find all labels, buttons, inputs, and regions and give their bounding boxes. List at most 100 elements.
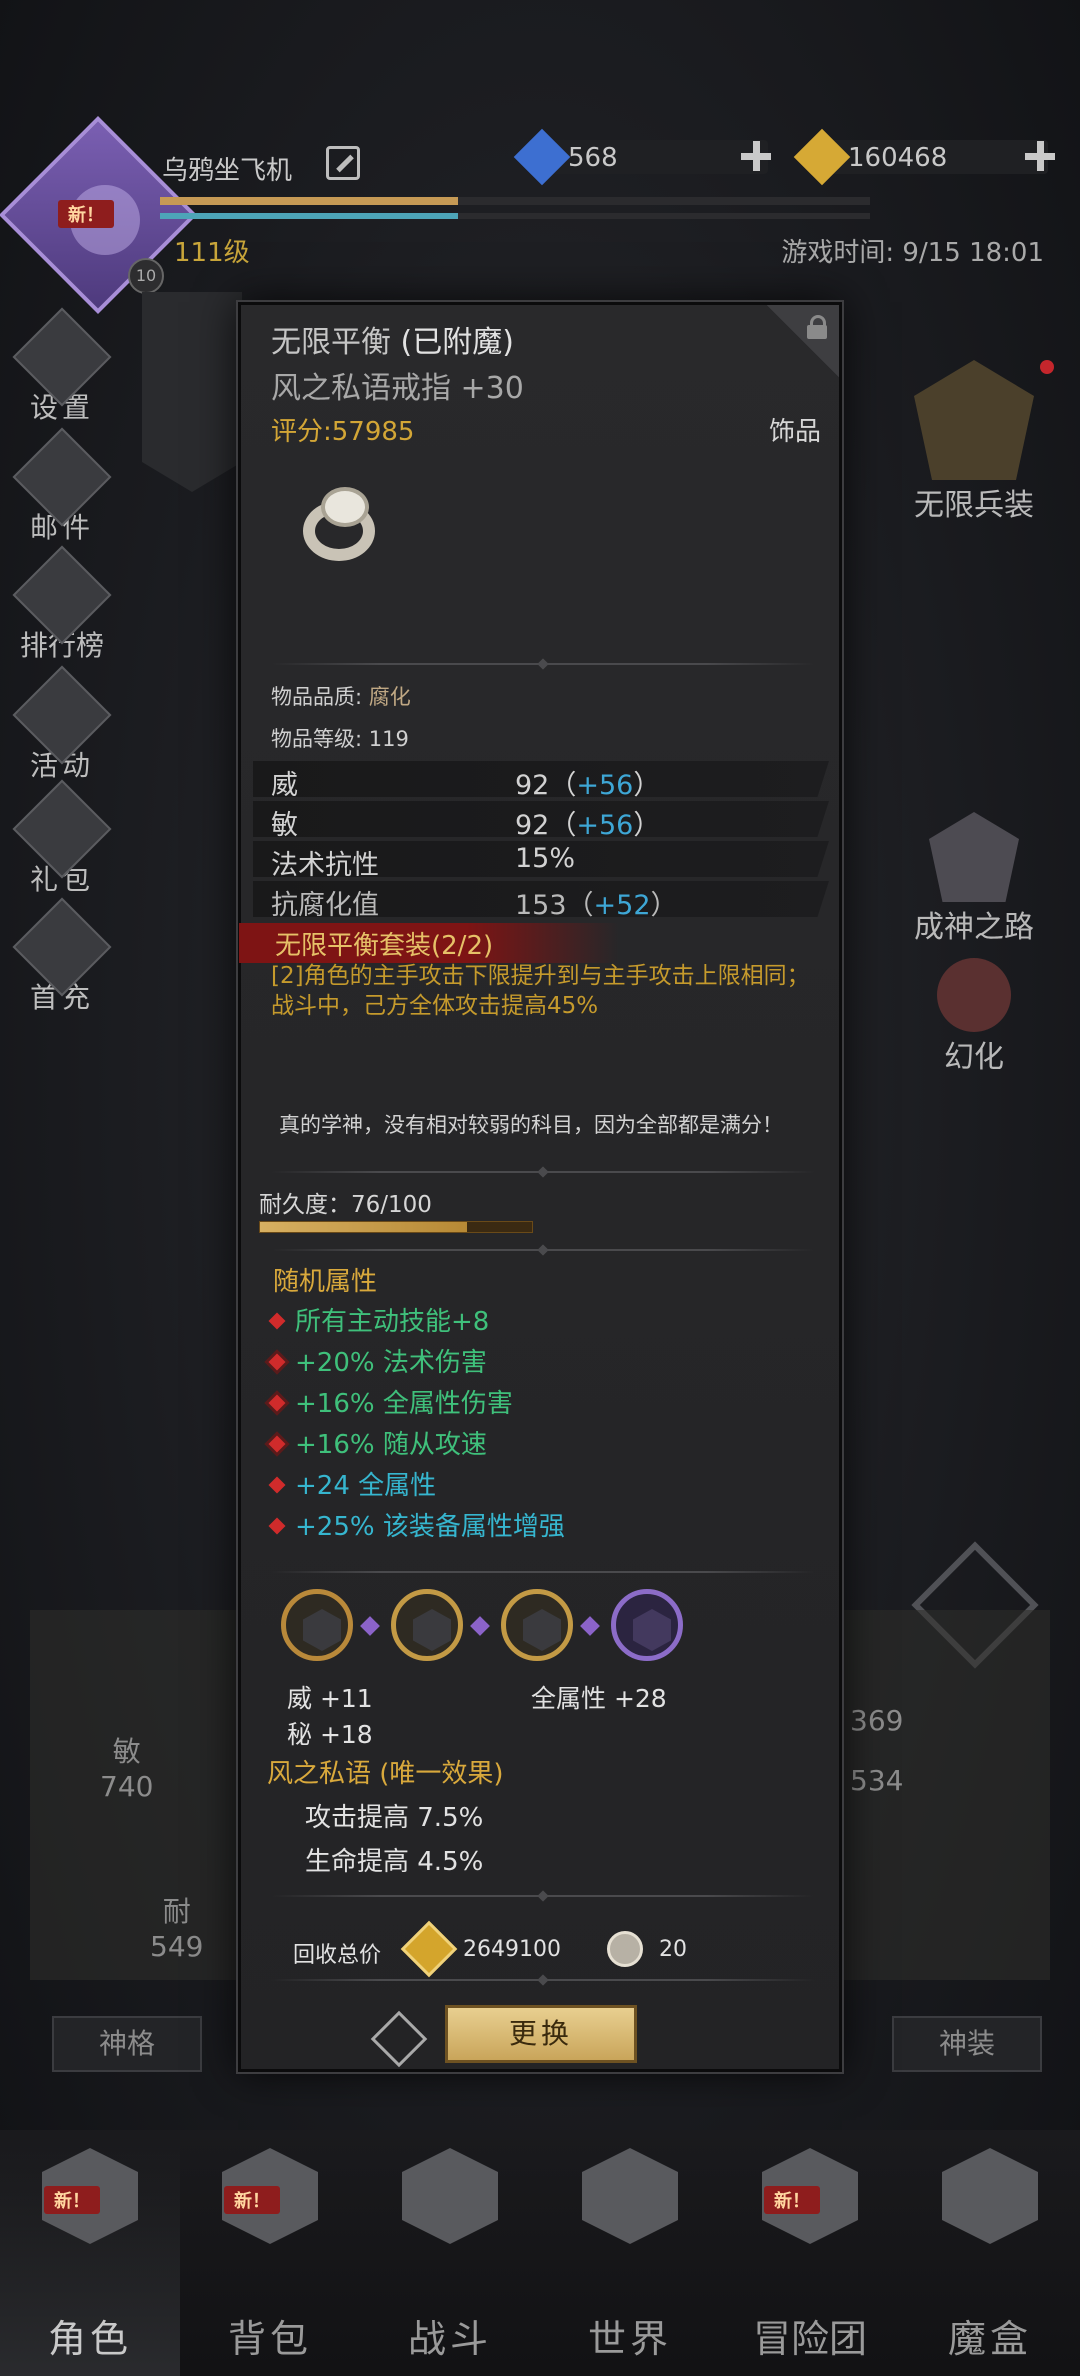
socket-link-icon bbox=[470, 1616, 490, 1636]
divider bbox=[271, 658, 815, 670]
bg-stat-endurance: 耐 549 bbox=[150, 1895, 204, 1963]
unique-effect-title: 风之私语 (唯一效果) bbox=[267, 1759, 504, 1789]
nav-item-world[interactable]: 世界 bbox=[540, 2136, 720, 2376]
secondary-bar bbox=[160, 213, 870, 219]
lock-corner[interactable] bbox=[767, 305, 839, 377]
godhood-tab-button[interactable]: 神格 bbox=[52, 2016, 202, 2072]
new-tag: 新！ bbox=[44, 2186, 100, 2214]
random-attribute: +16% 随从攻速 bbox=[265, 1424, 487, 1461]
gem-socket-1[interactable] bbox=[281, 1589, 353, 1661]
gem-stat: 威 +11 bbox=[287, 1684, 373, 1713]
red-diamond-icon bbox=[268, 1476, 286, 1494]
gem-socket-4[interactable] bbox=[611, 1589, 683, 1661]
red-diamond-icon bbox=[268, 1312, 286, 1330]
red-diamond-icon bbox=[268, 1435, 286, 1453]
stat-row: 敏 92（+56） bbox=[253, 801, 829, 837]
nav-item-adventure-team[interactable]: 新！ 冒险团 bbox=[720, 2136, 900, 2376]
nav-item-character[interactable]: 新！ 角色 bbox=[0, 2136, 180, 2376]
random-attribute: +20% 法术伤害 bbox=[265, 1342, 487, 1379]
right-item-transmog[interactable]: 幻化 bbox=[874, 958, 1074, 1076]
divider bbox=[271, 1974, 815, 1986]
side-item-ranking[interactable]: 排行榜 bbox=[12, 545, 112, 664]
divider bbox=[271, 1244, 815, 1256]
gem-icon bbox=[633, 1609, 671, 1651]
random-attribute: 所有主动技能+8 bbox=[265, 1301, 489, 1338]
set-description: [2]角色的主手攻击下限提升到与主手攻击上限相同；战斗中，己方全体攻击提高45% bbox=[271, 963, 810, 1019]
currency-gold: 160468 bbox=[793, 128, 1048, 186]
item-type: 饰品 bbox=[768, 417, 821, 447]
item-title: 无限平衡 (已附魔) bbox=[271, 325, 514, 360]
nav-item-magic-box[interactable]: 魔盒 bbox=[900, 2136, 1080, 2376]
right-item-godhood-road[interactable]: 成神之路 bbox=[874, 812, 1074, 946]
random-attribute: +25% 该装备属性增强 bbox=[265, 1506, 565, 1543]
share-icon[interactable] bbox=[370, 2010, 428, 2068]
gold-gem-amount: 160468 bbox=[848, 143, 948, 173]
recycle-gold-value: 2649100 bbox=[463, 1937, 561, 1962]
gem-icon bbox=[413, 1609, 451, 1651]
avatar-new-tag: 新！ bbox=[58, 200, 114, 228]
new-tag: 新！ bbox=[224, 2186, 280, 2214]
ring-gem-icon bbox=[321, 487, 369, 527]
bg-stat-right-2: 534 bbox=[850, 1764, 904, 1797]
notification-dot bbox=[1040, 360, 1054, 374]
currency-blue: 568 bbox=[513, 128, 768, 186]
side-item-activity[interactable]: 活动 bbox=[12, 665, 112, 784]
divider bbox=[271, 1890, 815, 1902]
divider bbox=[271, 1571, 815, 1573]
socket-link-icon bbox=[360, 1616, 380, 1636]
item-level: 物品等级: 119 bbox=[271, 727, 409, 751]
right-item-infinite-armament[interactable]: 无限兵装 bbox=[874, 360, 1074, 524]
exp-bar bbox=[160, 197, 870, 205]
red-diamond-icon bbox=[268, 1353, 286, 1371]
side-item-first-recharge[interactable]: 首充 bbox=[12, 897, 112, 1016]
side-item-gift[interactable]: 礼包 bbox=[12, 779, 112, 898]
gem-stat: 秘 +18 bbox=[287, 1720, 373, 1749]
gold-coin-icon bbox=[400, 1920, 458, 1978]
stat-row: 法术抗性 15% bbox=[253, 841, 829, 877]
item-score: 评分:57985 bbox=[271, 417, 415, 447]
recycle-silver-value: 20 bbox=[659, 1937, 687, 1962]
transmog-icon bbox=[937, 958, 1011, 1032]
red-diamond-icon bbox=[268, 1394, 286, 1412]
unique-effect-line: 攻击提高 7.5% bbox=[305, 1803, 484, 1833]
player-level: 111级 bbox=[174, 238, 250, 268]
player-name: 乌鸦坐飞机 bbox=[162, 156, 293, 186]
unique-effect-line: 生命提高 4.5% bbox=[305, 1847, 484, 1877]
battle-icon bbox=[402, 2148, 498, 2244]
godhood-road-icon bbox=[929, 812, 1019, 902]
socket-link-icon bbox=[580, 1616, 600, 1636]
recycle-label: 回收总价 bbox=[293, 1943, 382, 1968]
random-attribute: +16% 全属性伤害 bbox=[265, 1383, 513, 1420]
divider bbox=[271, 1166, 815, 1178]
item-tooltip: 无限平衡 (已附魔) 风之私语戒指 +30 评分:57985 饰品 物品品质: … bbox=[238, 302, 842, 2072]
gem-socket-2[interactable] bbox=[391, 1589, 463, 1661]
bg-stat-right-1: 369 bbox=[850, 1704, 904, 1737]
nav-item-backpack[interactable]: 新！ 背包 bbox=[180, 2136, 360, 2376]
gem-icon bbox=[303, 1609, 341, 1651]
flavor-text: 真的学神，没有相对较弱的科目，因为全部都是满分！ bbox=[279, 1113, 783, 1137]
durability-bar bbox=[259, 1221, 533, 1233]
stat-row: 抗腐化值 153（+52） bbox=[253, 881, 829, 917]
magic-box-icon bbox=[942, 2148, 1038, 2244]
game-time: 游戏时间: 9/15 18:01 bbox=[781, 238, 1044, 268]
nav-item-battle[interactable]: 战斗 bbox=[360, 2136, 540, 2376]
new-tag: 新！ bbox=[764, 2186, 820, 2214]
lock-icon bbox=[807, 315, 827, 339]
blue-gem-amount: 568 bbox=[568, 143, 618, 173]
god-equipment-tab-button[interactable]: 神装 bbox=[892, 2016, 1042, 2072]
silver-coin-icon bbox=[607, 1931, 643, 1967]
side-item-mail[interactable]: 邮件 bbox=[12, 427, 112, 546]
guild-banner[interactable] bbox=[142, 292, 242, 492]
gem-socket-3[interactable] bbox=[501, 1589, 573, 1661]
stat-row: 威 92（+56） bbox=[253, 761, 829, 797]
side-item-settings[interactable]: 设置 bbox=[12, 307, 112, 426]
add-blue-gem-button[interactable] bbox=[738, 138, 774, 174]
red-diamond-icon bbox=[268, 1517, 286, 1535]
replace-button[interactable]: 更换 bbox=[445, 2005, 637, 2063]
world-map-icon bbox=[582, 2148, 678, 2244]
random-attributes-title: 随机属性 bbox=[273, 1267, 378, 1297]
random-attribute: +24 全属性 bbox=[265, 1465, 436, 1502]
add-gold-gem-button[interactable] bbox=[1022, 138, 1058, 174]
edit-name-icon[interactable] bbox=[326, 146, 360, 180]
infinite-armament-icon bbox=[914, 360, 1034, 480]
